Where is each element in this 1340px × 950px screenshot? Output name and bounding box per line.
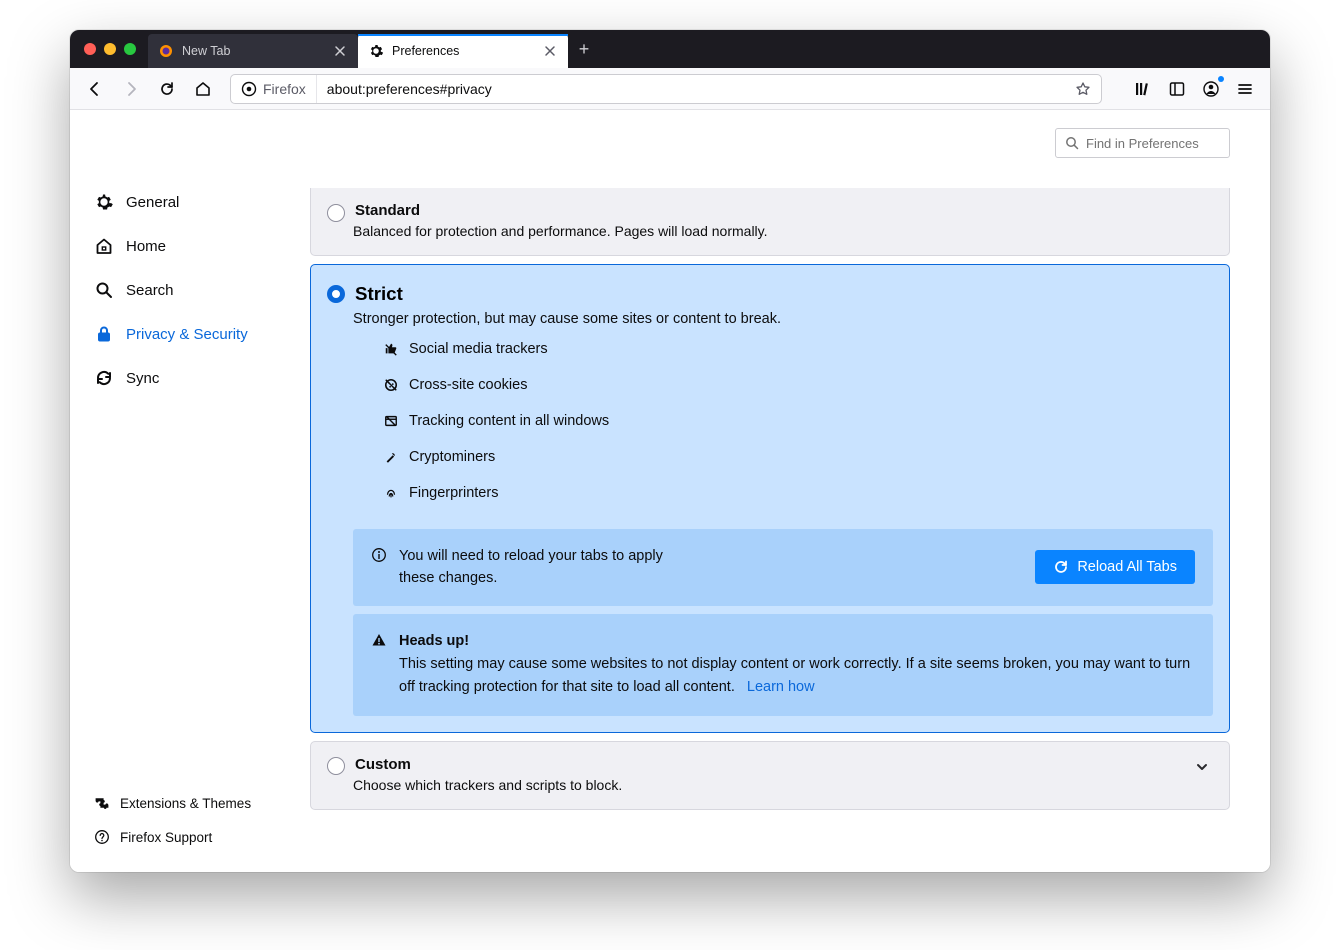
- sidebar-label: Privacy & Security: [126, 326, 248, 343]
- tracker-label: Cross-site cookies: [409, 377, 527, 393]
- library-button[interactable]: [1128, 74, 1158, 104]
- sidebar-item-search[interactable]: Search: [94, 268, 310, 312]
- tracker-social: Social media trackers: [383, 341, 1213, 357]
- cookie-icon: [383, 377, 399, 393]
- thumb-icon: [383, 341, 399, 357]
- app-menu-button[interactable]: [1230, 74, 1260, 104]
- strict-card[interactable]: Strict Stronger protection, but may caus…: [310, 264, 1230, 733]
- notification-dot: [1218, 76, 1224, 82]
- sidebar-item-sync[interactable]: Sync: [94, 356, 310, 400]
- standard-card[interactable]: Standard Balanced for protection and per…: [310, 188, 1230, 256]
- tab-preferences[interactable]: Preferences: [358, 34, 568, 68]
- tracker-label: Social media trackers: [409, 341, 548, 357]
- home-button[interactable]: [188, 74, 218, 104]
- preferences-sidebar: General Home Search Privacy & Security S…: [70, 110, 310, 872]
- find-placeholder: Find in Preferences: [1086, 136, 1199, 151]
- tab-label: New Tab: [182, 44, 230, 58]
- sidebar-item-privacy[interactable]: Privacy & Security: [94, 312, 310, 356]
- nav-toolbar: Firefox about:preferences#privacy: [70, 68, 1270, 110]
- radio-standard[interactable]: [327, 204, 345, 222]
- reload-infobox: You will need to reload your tabs to app…: [353, 529, 1213, 606]
- identity-box[interactable]: Firefox: [231, 75, 317, 103]
- chevron-down-icon[interactable]: [1195, 760, 1209, 774]
- close-tab-icon[interactable]: [332, 43, 348, 59]
- preferences-main: Find in Preferences Standard Balanced fo…: [310, 110, 1270, 872]
- tab-strip: New Tab Preferences +: [70, 30, 1270, 68]
- standard-title: Standard: [355, 202, 420, 219]
- tracker-crypto: Cryptominers: [383, 449, 1213, 465]
- custom-title: Custom: [355, 756, 411, 773]
- sidebar-extensions-link[interactable]: Extensions & Themes: [94, 786, 310, 820]
- tracker-cookies: Cross-site cookies: [383, 377, 1213, 393]
- sidebar-item-general[interactable]: General: [94, 180, 310, 224]
- sidebar-label: Extensions & Themes: [120, 796, 251, 811]
- sidebar-label: Search: [126, 282, 174, 299]
- tracker-fingerprint: Fingerprinters: [383, 485, 1213, 501]
- zoom-window-button[interactable]: [124, 43, 136, 55]
- info-icon: [371, 547, 387, 563]
- radio-custom[interactable]: [327, 757, 345, 775]
- custom-desc: Choose which trackers and scripts to blo…: [353, 777, 1213, 793]
- content-area: General Home Search Privacy & Security S…: [70, 110, 1270, 872]
- bookmark-star-icon[interactable]: [1065, 81, 1101, 97]
- find-in-preferences[interactable]: Find in Preferences: [1055, 128, 1230, 158]
- url-text: about:preferences#privacy: [317, 81, 1065, 97]
- sidebar-label: Sync: [126, 370, 159, 387]
- firefox-icon: [158, 43, 174, 59]
- close-window-button[interactable]: [84, 43, 96, 55]
- custom-card[interactable]: Custom Choose which trackers and scripts…: [310, 741, 1230, 810]
- url-bar[interactable]: Firefox about:preferences#privacy: [230, 74, 1102, 104]
- fingerprint-icon: [383, 485, 399, 501]
- tracker-label: Tracking content in all windows: [409, 413, 609, 429]
- tab-label: Preferences: [392, 44, 459, 58]
- minimize-window-button[interactable]: [104, 43, 116, 55]
- sidebar-support-link[interactable]: Firefox Support: [94, 820, 310, 854]
- sidebar-label: Home: [126, 238, 166, 255]
- reload-all-tabs-button[interactable]: Reload All Tabs: [1035, 550, 1195, 584]
- radio-strict[interactable]: [327, 285, 345, 303]
- sidebar-label: General: [126, 194, 179, 211]
- standard-desc: Balanced for protection and performance.…: [353, 223, 1213, 239]
- reload-message: You will need to reload your tabs to app…: [399, 545, 679, 590]
- tracker-list: Social media trackers Cross-site cookies…: [383, 341, 1213, 501]
- pickaxe-icon: [383, 449, 399, 465]
- window-controls[interactable]: [78, 43, 148, 55]
- browser-window: New Tab Preferences +: [70, 30, 1270, 872]
- tab-new-tab[interactable]: New Tab: [148, 34, 358, 68]
- forward-button[interactable]: [116, 74, 146, 104]
- back-button[interactable]: [80, 74, 110, 104]
- identity-label: Firefox: [263, 81, 306, 97]
- tracking-protection-panels: Standard Balanced for protection and per…: [310, 190, 1230, 810]
- window-icon: [383, 413, 399, 429]
- account-button[interactable]: [1196, 74, 1226, 104]
- reload-button[interactable]: [152, 74, 182, 104]
- new-tab-button[interactable]: +: [568, 33, 600, 65]
- sidebar-item-home[interactable]: Home: [94, 224, 310, 268]
- sidebar-toggle-button[interactable]: [1162, 74, 1192, 104]
- heads-up-warning: Heads up! This setting may cause some we…: [353, 614, 1213, 716]
- gear-icon: [368, 43, 384, 59]
- strict-title: Strict: [355, 283, 403, 305]
- close-tab-icon[interactable]: [542, 43, 558, 59]
- strict-desc: Stronger protection, but may cause some …: [353, 311, 1213, 327]
- warning-title: Heads up!: [399, 633, 469, 649]
- tracker-label: Cryptominers: [409, 449, 495, 465]
- reload-button-label: Reload All Tabs: [1077, 559, 1177, 575]
- tracker-content: Tracking content in all windows: [383, 413, 1213, 429]
- sidebar-label: Firefox Support: [120, 830, 212, 845]
- warning-icon: [371, 632, 387, 700]
- learn-how-link[interactable]: Learn how: [747, 679, 815, 695]
- tracker-label: Fingerprinters: [409, 485, 498, 501]
